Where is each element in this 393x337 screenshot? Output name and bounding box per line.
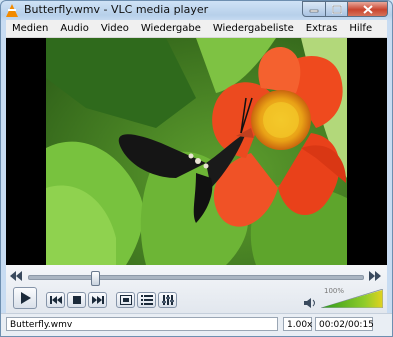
next-button[interactable] [88,292,107,308]
fullscreen-button[interactable] [116,292,135,308]
seek-slider[interactable] [28,271,364,286]
menu-extras[interactable]: Extras [300,23,344,34]
play-icon [21,292,31,304]
time-display[interactable]: 00:02/00:15 [315,317,374,331]
next-icon [91,296,104,304]
video-area[interactable] [6,38,387,265]
play-button[interactable] [13,287,37,309]
extended-settings-icon [161,295,174,305]
status-filename: Butterfly.wmv [6,317,278,331]
video-frame [46,38,347,265]
vlc-cone-icon [6,4,18,17]
maximize-button[interactable] [326,1,348,17]
playback-rate[interactable]: 1.00x [283,317,312,331]
menu-wiedergabe[interactable]: Wiedergabe [135,23,207,34]
menu-wiedergabeliste[interactable]: Wiedergabeliste [207,23,300,34]
window-title: Butterfly.wmv - VLC media player [24,3,209,16]
status-bar: Butterfly.wmv 1.00x 00:02/00:15 [1,313,392,336]
close-button[interactable] [348,1,388,17]
menu-video[interactable]: Video [95,23,135,34]
menu-medien[interactable]: Medien [6,23,54,34]
speaker-icon[interactable] [304,297,316,309]
window-controls [302,1,388,17]
close-icon [362,4,373,14]
stop-button[interactable] [67,292,86,308]
playlist-button[interactable] [137,292,156,308]
minimize-icon [309,9,319,13]
previous-button[interactable] [46,292,65,308]
control-panel: 100% [6,265,387,313]
stop-icon [72,296,81,304]
fullscreen-icon [119,295,132,305]
playlist-icon [140,295,153,305]
previous-icon [49,296,62,304]
extended-settings-button[interactable] [158,292,177,308]
title-bar: Butterfly.wmv - VLC media player [1,1,392,20]
seek-handle[interactable] [91,271,100,286]
maximize-icon [331,4,342,14]
menu-hilfe[interactable]: Hilfe [343,23,378,34]
minimize-button[interactable] [302,1,326,17]
seek-forward-icon[interactable] [369,271,381,281]
volume-slider[interactable] [321,289,383,308]
vlc-window: Butterfly.wmv - VLC media player Medien … [0,0,393,337]
menu-bar: Medien Audio Video Wiedergabe Wiedergabe… [6,20,387,38]
menu-audio[interactable]: Audio [54,23,94,34]
seek-back-icon[interactable] [10,271,22,281]
